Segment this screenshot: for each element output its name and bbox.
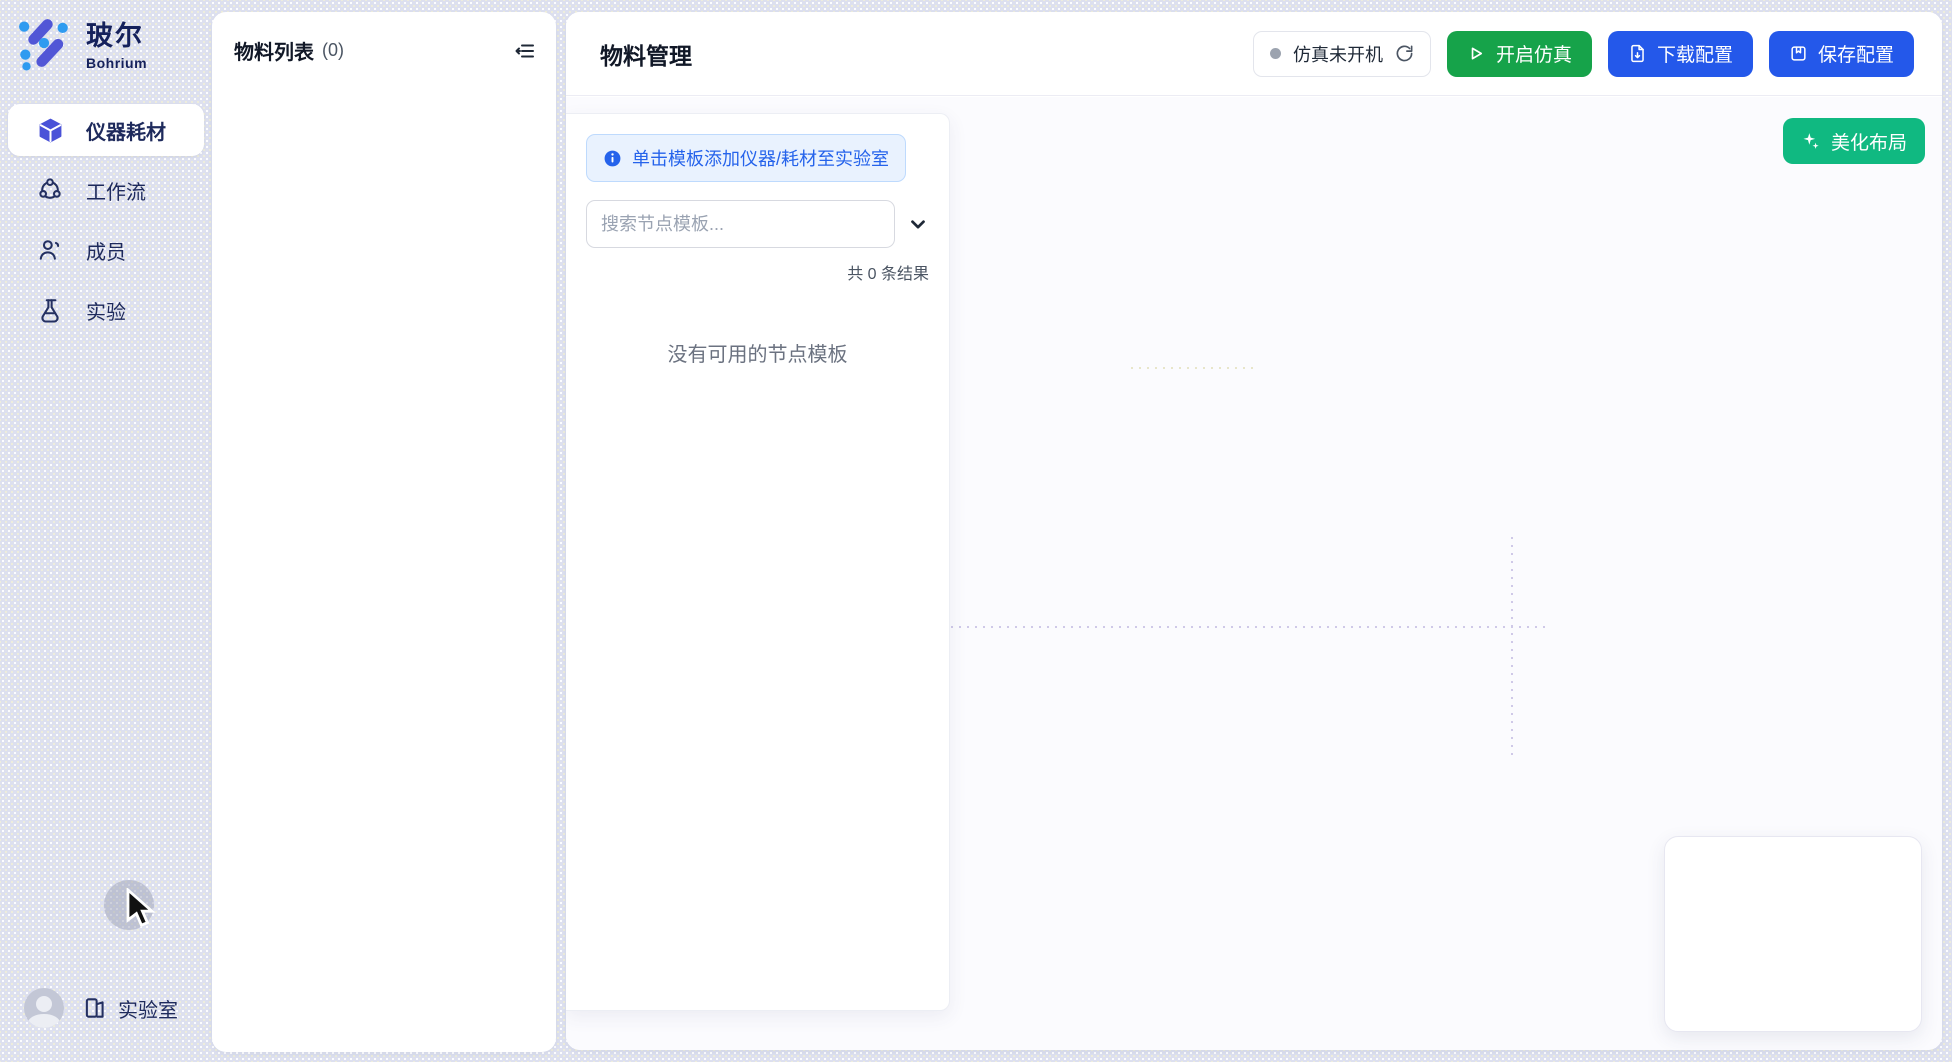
node-template-palette: 单击模板添加仪器/耗材至实验室 共 0 条结果 没有可用的节点模板	[566, 113, 950, 1011]
sidebar-item-workflow[interactable]: 工作流	[8, 164, 204, 216]
canvas-guide-line	[951, 626, 1547, 628]
workflow-icon	[36, 176, 64, 204]
save-config-button[interactable]: 保存配置	[1769, 31, 1914, 77]
collapse-panel-icon[interactable]	[512, 39, 536, 63]
status-dot	[1270, 48, 1281, 59]
experiment-icon	[36, 296, 64, 324]
members-icon	[36, 236, 64, 264]
lab-link[interactable]: 实验室	[82, 994, 178, 1023]
bohrium-logo-icon	[16, 15, 72, 71]
info-icon	[603, 149, 622, 168]
canvas-guide-line	[1131, 367, 1256, 369]
sidebar-item-instruments[interactable]: 仪器耗材	[8, 104, 204, 156]
beautify-layout-button[interactable]: 美化布局	[1783, 118, 1925, 164]
building-icon	[82, 995, 108, 1021]
avatar[interactable]	[24, 988, 64, 1028]
canvas-guide-line	[1511, 537, 1513, 757]
materials-list-panel: 物料列表 (0)	[212, 12, 556, 1052]
status-label: 仿真未开机	[1293, 41, 1383, 67]
sidebar-item-label: 仪器耗材	[86, 116, 166, 145]
sidebar-item-label: 实验	[86, 296, 126, 325]
palette-info-banner: 单击模板添加仪器/耗材至实验室	[586, 134, 906, 182]
brand-subtitle: Bohrium	[86, 55, 147, 71]
page-title: 物料管理	[600, 37, 692, 71]
start-simulation-button[interactable]: 开启仿真	[1447, 31, 1592, 77]
brand-title: 玻尔	[86, 14, 147, 53]
sidebar: 玻尔 Bohrium 仪器耗材 工作流	[0, 0, 212, 1062]
sidebar-user-row: 实验室	[24, 988, 178, 1028]
file-download-icon	[1628, 44, 1647, 63]
play-icon	[1467, 44, 1486, 63]
sidebar-menu: 仪器耗材 工作流 成员	[0, 104, 212, 344]
refresh-icon[interactable]	[1395, 44, 1414, 63]
sidebar-item-experiment[interactable]: 实验	[8, 284, 204, 336]
brand-logo: 玻尔 Bohrium	[16, 14, 147, 71]
sidebar-item-members[interactable]: 成员	[8, 224, 204, 276]
sparkles-icon	[1801, 131, 1821, 151]
cube-icon	[36, 116, 64, 144]
materials-list-count: (0)	[322, 40, 344, 61]
materials-list-title: 物料列表	[234, 36, 314, 65]
mouse-cursor	[124, 888, 160, 932]
empty-templates-message: 没有可用的节点模板	[586, 338, 929, 367]
result-count: 共 0 条结果	[586, 260, 929, 284]
simulation-status-pill: 仿真未开机	[1253, 31, 1431, 77]
download-config-button[interactable]: 下载配置	[1608, 31, 1753, 77]
sidebar-item-label: 工作流	[86, 176, 146, 205]
flow-canvas[interactable]: 美化布局 单击模板添加仪器/耗材至实验室 共 0 条结果	[566, 97, 1942, 1050]
palette-banner-text: 单击模板添加仪器/耗材至实验室	[632, 145, 889, 171]
search-template-input[interactable]	[586, 200, 895, 248]
lab-link-label: 实验室	[118, 994, 178, 1023]
canvas-minimap[interactable]	[1664, 836, 1922, 1032]
chevron-down-icon[interactable]	[907, 213, 929, 235]
sidebar-item-label: 成员	[86, 236, 126, 265]
save-icon	[1789, 44, 1808, 63]
main-card: 物料管理 仿真未开机 开启仿真	[566, 12, 1942, 1050]
main-header: 物料管理 仿真未开机 开启仿真	[566, 12, 1942, 96]
